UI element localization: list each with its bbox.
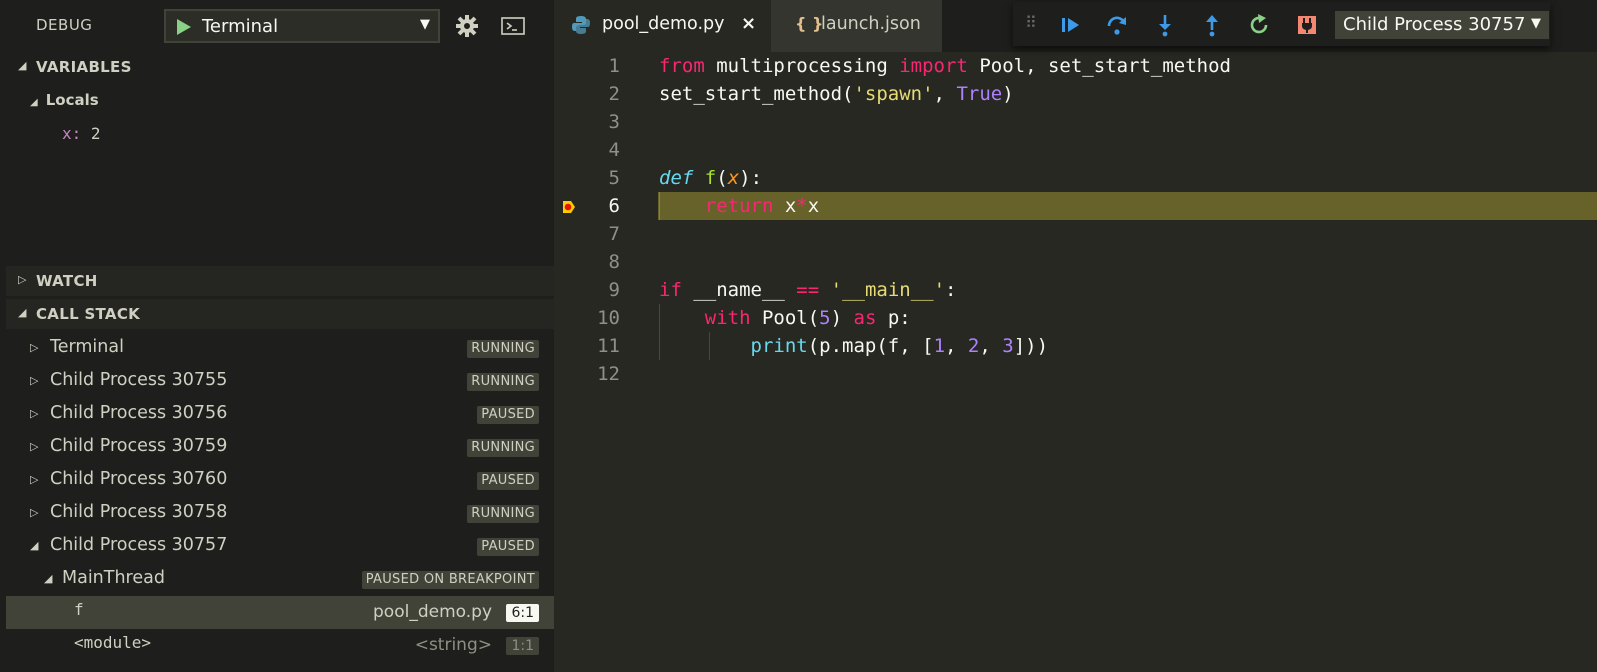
call-stack-process[interactable]: ▷ Child Process 30759 RUNNING (6, 431, 554, 464)
call-stack-process[interactable]: ▷ Child Process 30758 RUNNING (6, 497, 554, 530)
call-stack-frame[interactable]: f pool_demo.py 6:1 (6, 596, 554, 629)
call-stack-process[interactable]: ▷ Child Process 30756 PAUSED (6, 398, 554, 431)
chevron-right-icon: ▷ (30, 407, 39, 420)
status-badge: PAUSED (477, 538, 539, 556)
tab-label: pool_demo.py (602, 14, 725, 34)
code-line: 2 set_start_method('spawn', True) (608, 83, 1014, 105)
frame-position: 6:1 (506, 604, 539, 622)
json-file-icon: { } (795, 14, 824, 33)
status-badge: RUNNING (467, 505, 539, 523)
indent-guide (659, 192, 660, 220)
call-stack-process[interactable]: ◢ Child Process 30757 PAUSED (6, 530, 554, 563)
tab-launch-json[interactable]: { } launch.json (771, 0, 942, 52)
code-line: 5 def f(x): (608, 167, 763, 189)
step-out-icon[interactable] (1200, 13, 1224, 37)
status-badge: PAUSED (477, 472, 539, 490)
tab-pool-demo[interactable]: pool_demo.py × (554, 0, 771, 52)
start-debug-icon[interactable] (173, 17, 193, 37)
code-line: 1 from multiprocessing import Pool, set_… (608, 55, 1231, 77)
launch-config-select[interactable]: Terminal ▼ (164, 9, 440, 43)
call-stack-thread[interactable]: ◢ MainThread PAUSED ON BREAKPOINT (6, 563, 554, 596)
call-stack-frame[interactable]: <module> <string> 1:1 (6, 629, 554, 662)
chevron-right-icon: ▷ (30, 374, 39, 387)
process-select[interactable]: Child Process 30757 ▼ (1335, 11, 1549, 39)
console-icon[interactable] (501, 16, 525, 36)
frame-file: <string> (414, 635, 492, 655)
debug-sidebar: DEBUG Terminal ▼ ◢ VARIABLES ◢ Locals x:… (0, 0, 554, 672)
chevron-right-icon: ▷ (30, 341, 39, 354)
code-line: 8 (608, 251, 620, 273)
step-over-icon[interactable] (1105, 13, 1129, 37)
status-badge: RUNNING (467, 373, 539, 391)
scope-locals[interactable]: ◢ Locals (30, 91, 99, 109)
code-line: 9 if __name__ == '__main__': (608, 279, 957, 301)
frame-file: pool_demo.py (373, 602, 492, 622)
process-select-label: Child Process 30757 (1343, 14, 1526, 35)
variable-item[interactable]: x: 2 (62, 124, 101, 143)
code-line: 11 print(p.map(f, [1, 2, 3])) (597, 335, 1049, 357)
debug-title: DEBUG (36, 16, 93, 34)
breakpoint-icon[interactable] (562, 200, 576, 214)
chevron-down-icon: ◢ (44, 572, 53, 585)
code-line: 10 with Pool(5) as p: (597, 307, 911, 329)
variables-section-header[interactable]: ◢ VARIABLES (6, 52, 554, 82)
tab-label: launch.json (821, 14, 921, 34)
frame-position: 1:1 (506, 637, 539, 655)
debug-toolbar-header: DEBUG Terminal ▼ (6, 0, 554, 52)
chevron-right-icon: ▷ (18, 273, 27, 286)
call-stack-process[interactable]: ▷ Child Process 30755 RUNNING (6, 365, 554, 398)
gear-icon[interactable] (455, 14, 479, 38)
call-stack-list: ▷ Terminal RUNNING ▷ Child Process 30755… (6, 332, 554, 662)
status-badge: RUNNING (467, 340, 539, 358)
restart-icon[interactable] (1247, 13, 1271, 37)
chevron-down-icon: ▼ (420, 17, 430, 32)
code-editor[interactable]: 1 from multiprocessing import Pool, set_… (554, 52, 1597, 672)
status-badge: PAUSED (477, 406, 539, 424)
current-line: 6 return x*x (554, 192, 1597, 220)
code-line: 3 (608, 111, 620, 133)
variables-panel: ◢ Locals x: 2 (6, 84, 554, 266)
status-badge: RUNNING (467, 439, 539, 457)
indent-guide (659, 304, 660, 360)
code-line: 7 (608, 223, 620, 245)
debug-actions-toolbar: ⠿ Child Process 30757 ▼ (1013, 2, 1550, 46)
chevron-down-icon: ◢ (18, 306, 27, 319)
continue-icon[interactable] (1059, 13, 1083, 37)
drag-handle-icon[interactable]: ⠿ (1025, 13, 1037, 32)
call-stack-process[interactable]: ▷ Child Process 30760 PAUSED (6, 464, 554, 497)
python-file-icon (572, 16, 590, 34)
indent-guide (709, 332, 710, 360)
chevron-right-icon: ▷ (30, 506, 39, 519)
step-into-icon[interactable] (1153, 13, 1177, 37)
call-stack-section-header[interactable]: ◢ CALL STACK (6, 299, 554, 329)
chevron-down-icon: ◢ (30, 539, 39, 552)
watch-section-header[interactable]: ▷ WATCH (6, 266, 554, 296)
disconnect-icon[interactable] (1295, 13, 1319, 37)
call-stack-process[interactable]: ▷ Terminal RUNNING (6, 332, 554, 365)
chevron-down-icon: ◢ (30, 97, 38, 108)
launch-config-label: Terminal (202, 16, 279, 37)
status-badge: PAUSED ON BREAKPOINT (361, 571, 539, 589)
chevron-right-icon: ▷ (30, 440, 39, 453)
chevron-down-icon: ◢ (18, 59, 27, 72)
chevron-down-icon: ▼ (1531, 16, 1541, 31)
code-line: 4 (608, 139, 620, 161)
close-icon[interactable]: × (741, 13, 756, 34)
code-line: 12 (597, 363, 620, 385)
chevron-right-icon: ▷ (30, 473, 39, 486)
